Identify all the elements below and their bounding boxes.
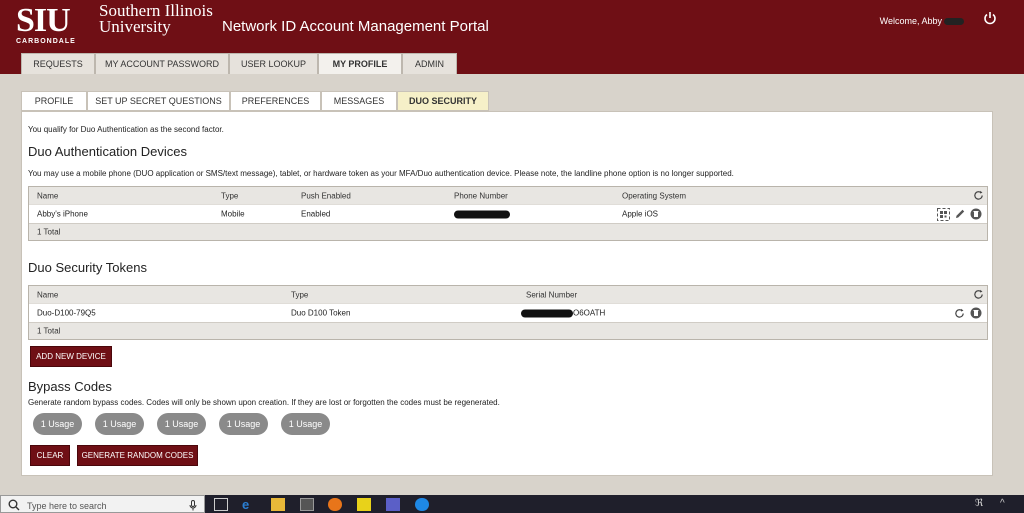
- devices-title: Duo Authentication Devices: [28, 144, 187, 159]
- refresh-icon[interactable]: [973, 190, 984, 201]
- generate-random-codes-button[interactable]: GENERATE RANDOM CODES: [77, 445, 198, 466]
- chevron-up-icon[interactable]: ^: [1000, 498, 1014, 511]
- trash-icon[interactable]: [970, 307, 982, 319]
- main-tabs: REQUESTS MY ACCOUNT PASSWORD USER LOOKUP…: [21, 53, 457, 74]
- browser-icon[interactable]: [415, 498, 429, 511]
- device-os: Apple iOS: [622, 209, 659, 219]
- bypass-usage-option[interactable]: 1 Usage: [157, 413, 206, 435]
- table-row[interactable]: Abby's iPhone Mobile Enabled Apple iOS: [29, 204, 987, 223]
- logo-sub: CARBONDALE: [16, 38, 76, 45]
- tab-my-profile[interactable]: MY PROFILE: [318, 53, 402, 74]
- store-icon[interactable]: [300, 498, 314, 511]
- col-os: Operating System: [622, 191, 687, 200]
- tab-admin[interactable]: ADMIN: [402, 53, 457, 74]
- devices-total: 1 Total: [37, 227, 61, 237]
- device-name: Abby's iPhone: [37, 209, 88, 219]
- clear-button[interactable]: CLEAR: [30, 445, 70, 466]
- devices-table: Name Type Push Enabled Phone Number Oper…: [28, 186, 988, 241]
- devices-table-footer: 1 Total: [29, 223, 987, 240]
- search-icon: [8, 499, 20, 511]
- logo-main: SIU: [16, 2, 71, 39]
- col-name: Name: [37, 191, 59, 200]
- bypass-title: Bypass Codes: [28, 379, 112, 394]
- portal-title: Network ID Account Management Portal: [222, 18, 489, 35]
- file-explorer-icon[interactable]: [271, 498, 285, 511]
- token-serial: O6OATH: [521, 309, 605, 318]
- redacted-name: [944, 18, 964, 26]
- device-push: Enabled: [301, 209, 331, 219]
- pencil-icon[interactable]: [954, 208, 966, 220]
- welcome-label: Welcome, Abby: [879, 16, 942, 26]
- token-type: Duo D100 Token: [291, 308, 351, 318]
- tab-requests[interactable]: REQUESTS: [21, 53, 95, 74]
- university-name: Southern Illinois University: [99, 2, 213, 36]
- edge-icon[interactable]: e: [242, 498, 256, 511]
- taskbar-search[interactable]: Type here to search: [0, 495, 205, 513]
- subtab-messages[interactable]: MESSAGES: [321, 91, 397, 111]
- sticky-notes-icon[interactable]: [357, 498, 371, 511]
- col-token-type: Type: [291, 290, 309, 299]
- col-token-name: Name: [37, 290, 59, 299]
- duo-panel: You qualify for Duo Authentication as th…: [21, 111, 993, 476]
- table-row[interactable]: Duo-D100-79Q5 Duo D100 Token O6OATH: [29, 303, 987, 322]
- sub-tabs: PROFILE SET UP SECRET QUESTIONS PREFEREN…: [21, 91, 489, 111]
- token-name: Duo-D100-79Q5: [37, 308, 96, 318]
- search-placeholder: Type here to search: [27, 501, 107, 511]
- col-push: Push Enabled: [301, 191, 351, 200]
- teams-icon[interactable]: [386, 498, 400, 511]
- task-view-icon[interactable]: [214, 498, 228, 511]
- refresh-icon[interactable]: [973, 289, 984, 300]
- col-type: Type: [221, 191, 239, 200]
- trash-icon[interactable]: [970, 208, 982, 220]
- welcome-text: Welcome, Abby: [880, 16, 964, 26]
- bypass-usage-option[interactable]: 1 Usage: [95, 413, 144, 435]
- people-icon[interactable]: ℜ: [975, 498, 989, 511]
- tokens-total: 1 Total: [37, 326, 61, 336]
- subtab-preferences[interactable]: PREFERENCES: [230, 91, 321, 111]
- bypass-description: Generate random bypass codes. Codes will…: [28, 398, 500, 407]
- power-icon[interactable]: [983, 11, 997, 25]
- bypass-usage-option[interactable]: 1 Usage: [219, 413, 268, 435]
- subtab-secret-questions[interactable]: SET UP SECRET QUESTIONS: [87, 91, 230, 111]
- microphone-icon[interactable]: [189, 500, 197, 511]
- bypass-usage-option[interactable]: 1 Usage: [33, 413, 82, 435]
- add-new-device-button[interactable]: ADD NEW DEVICE: [30, 346, 112, 367]
- bypass-usage-option[interactable]: 1 Usage: [281, 413, 330, 435]
- device-type: Mobile: [221, 209, 245, 219]
- qr-code-icon[interactable]: [937, 208, 950, 221]
- devices-description: You may use a mobile phone (DUO applicat…: [28, 169, 734, 178]
- device-phone-redacted: [454, 210, 510, 219]
- qualify-text: You qualify for Duo Authentication as th…: [28, 125, 224, 134]
- subtab-duo-security[interactable]: DUO SECURITY: [397, 91, 489, 111]
- col-serial: Serial Number: [526, 290, 578, 299]
- firefox-icon[interactable]: [328, 498, 342, 511]
- tokens-table-header: Name Type Serial Number: [29, 286, 987, 303]
- refresh-icon[interactable]: [954, 308, 965, 319]
- tab-user-lookup[interactable]: USER LOOKUP: [229, 53, 318, 74]
- tokens-title: Duo Security Tokens: [28, 260, 147, 275]
- windows-taskbar: Type here to search e ℜ ^: [0, 495, 1024, 513]
- token-serial-suffix: O6OATH: [573, 308, 606, 318]
- tokens-table-footer: 1 Total: [29, 322, 987, 339]
- university-line2: University: [99, 17, 171, 36]
- tab-my-account-password[interactable]: MY ACCOUNT PASSWORD: [95, 53, 229, 74]
- siu-logo: SIU CARBONDALE: [16, 2, 76, 46]
- col-phone: Phone Number: [454, 191, 508, 200]
- tokens-table: Name Type Serial Number Duo-D100-79Q5 Du…: [28, 285, 988, 340]
- devices-table-header: Name Type Push Enabled Phone Number Oper…: [29, 187, 987, 204]
- subtab-profile[interactable]: PROFILE: [21, 91, 87, 111]
